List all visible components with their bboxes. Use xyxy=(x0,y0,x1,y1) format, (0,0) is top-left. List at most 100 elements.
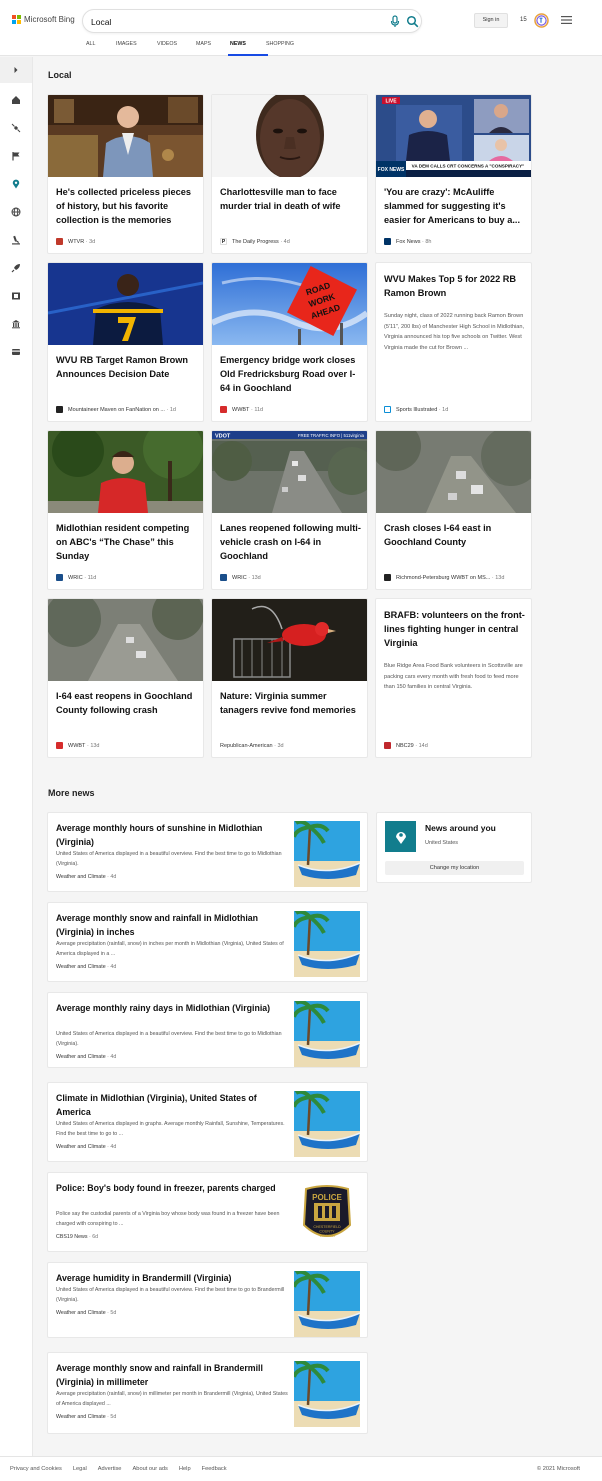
source-name: WRIC xyxy=(232,574,247,581)
more-news-title[interactable]: Average monthly snow and rainfall in Bra… xyxy=(56,1361,281,1389)
credit-card-icon[interactable] xyxy=(9,345,23,359)
more-news-source: Weather and Climate · 4d xyxy=(56,964,116,970)
news-card[interactable]: Crash closes I-64 east in Goochland Coun… xyxy=(375,430,532,590)
more-news-title[interactable]: Average monthly snow and rainfall in Mid… xyxy=(56,911,281,939)
search-icon[interactable] xyxy=(406,15,419,28)
bank-icon[interactable] xyxy=(9,317,23,331)
tv-live-label: LIVE xyxy=(385,99,397,105)
more-news-source: Weather and Climate · 5d xyxy=(56,1310,116,1316)
rewards-icon[interactable] xyxy=(534,13,549,28)
news-image-resident-portrait xyxy=(48,431,203,513)
source-name: NBC29 xyxy=(396,742,414,749)
news-card[interactable]: BRAFB: volunteers on the front-lines fig… xyxy=(375,598,532,758)
footer-link-help[interactable]: Help xyxy=(179,1466,191,1472)
news-card-title[interactable]: Charlottesville man to face murder trial… xyxy=(220,185,362,213)
more-news-item[interactable]: Average monthly snow and rainfall in Mid… xyxy=(47,902,368,982)
news-card-title[interactable]: He's collected priceless pieces of histo… xyxy=(56,185,198,227)
news-card[interactable]: VDOT FREE TRAFFIC INFO | 511virginia Lan… xyxy=(211,430,368,590)
footer-link-feedback[interactable]: Feedback xyxy=(202,1466,227,1472)
bing-logo[interactable]: Microsoft Bing xyxy=(12,15,75,24)
news-around-you-location: United States xyxy=(425,840,459,846)
more-news-title[interactable]: Police: Boy's body found in freezer, par… xyxy=(56,1181,281,1195)
film-icon[interactable] xyxy=(9,289,23,303)
news-card-title[interactable]: Midlothian resident competing on ABC's “… xyxy=(56,521,198,563)
news-card[interactable]: Midlothian resident competing on ABC's “… xyxy=(47,430,204,590)
source-age: · 3d xyxy=(274,743,284,749)
footer-link-privacy[interactable]: Privacy and Cookies xyxy=(10,1466,62,1472)
satellite-icon[interactable] xyxy=(9,121,23,135)
news-card-title[interactable]: Nature: Virginia summer tanagers revive … xyxy=(220,689,362,717)
news-card-title[interactable]: Emergency bridge work closes Old Fredric… xyxy=(220,353,362,395)
news-card[interactable]: He's collected priceless pieces of histo… xyxy=(47,94,204,254)
news-card[interactable]: ROAD WORK AHEAD Emergency bridge work cl… xyxy=(211,262,368,422)
hamburger-icon[interactable] xyxy=(561,16,572,24)
footer-link-legal[interactable]: Legal xyxy=(73,1466,87,1472)
section-heading-local: Local xyxy=(48,70,72,80)
news-card-title[interactable]: WVU RB Target Ramon Brown Announces Deci… xyxy=(56,353,198,381)
news-card-source: Sports Illustrated · 1d xyxy=(384,406,448,413)
news-card-snippet: Blue Ridge Area Food Bank volunteers in … xyxy=(384,663,523,690)
badge-county-text: CHESTERFIELD xyxy=(313,1225,341,1229)
more-news-snippet: United States of America displayed in gr… xyxy=(56,1121,285,1137)
beach-boat-image xyxy=(294,1361,360,1427)
source-age: · 4d xyxy=(107,964,117,970)
news-card-source: P The Daily Progress · 4d xyxy=(220,238,290,245)
source-name: Weather and Climate xyxy=(56,1414,106,1420)
footer-link-advertise[interactable]: Advertise xyxy=(98,1466,122,1472)
news-card-source: WRIC · 13d xyxy=(220,574,261,581)
fox-news-logo-icon xyxy=(384,238,391,245)
tab-images[interactable]: IMAGES xyxy=(116,41,157,56)
search-input[interactable] xyxy=(91,14,381,29)
tab-news[interactable]: NEWS xyxy=(228,41,268,56)
news-card-source: Richmond-Petersburg WWBT on MS... · 13d xyxy=(384,574,504,581)
news-card-source: WWBT · 11d xyxy=(220,406,263,413)
news-card[interactable]: Nature: Virginia summer tanagers revive … xyxy=(211,598,368,758)
more-news-item[interactable]: Average monthly rainy days in Midlothian… xyxy=(47,992,368,1068)
more-news-title[interactable]: Climate in Midlothian (Virginia), United… xyxy=(56,1091,281,1119)
tab-videos[interactable]: VIDEOS xyxy=(157,41,196,56)
wwbt-logo-icon xyxy=(220,406,227,413)
news-card[interactable]: I-64 east reopens in Goochland County fo… xyxy=(47,598,204,758)
footer-link-about-ads[interactable]: About our ads xyxy=(132,1466,167,1472)
more-news-source: CBS19 News · 6d xyxy=(56,1234,98,1240)
microphone-icon[interactable] xyxy=(389,15,401,28)
location-pin-icon[interactable] xyxy=(9,177,23,191)
more-news-title[interactable]: Average monthly rainy days in Midlothian… xyxy=(56,1001,281,1015)
rocket-icon[interactable] xyxy=(9,261,23,275)
brand-name: Microsoft Bing xyxy=(24,15,75,24)
more-news-item[interactable]: Average humidity in Brandermill (Virgini… xyxy=(47,1262,368,1338)
tab-maps[interactable]: MAPS xyxy=(196,41,230,56)
home-icon[interactable] xyxy=(9,93,23,107)
tab-all[interactable]: ALL xyxy=(86,41,116,56)
globe-icon[interactable] xyxy=(9,205,23,219)
news-card-title[interactable]: BRAFB: volunteers on the front-lines fig… xyxy=(384,608,526,650)
news-card-title[interactable]: WVU Makes Top 5 for 2022 RB Ramon Brown xyxy=(384,272,526,300)
news-card-source: WRIC · 11d xyxy=(56,574,96,581)
more-news-item[interactable]: Climate in Midlothian (Virginia), United… xyxy=(47,1082,368,1162)
flag-icon[interactable] xyxy=(9,149,23,163)
news-card[interactable]: WVU RB Target Ramon Brown Announces Deci… xyxy=(47,262,204,422)
news-card-title[interactable]: Lanes reopened following multi-vehicle c… xyxy=(220,521,362,563)
news-card-source: Mountaineer Maven on FanNation on ... · … xyxy=(56,406,176,413)
more-news-snippet: Average precipitation (rainfall, snow) i… xyxy=(56,1391,288,1407)
more-news-item[interactable]: Average monthly snow and rainfall in Bra… xyxy=(47,1352,368,1434)
news-card[interactable]: Charlottesville man to face murder trial… xyxy=(211,94,368,254)
more-news-item[interactable]: Average monthly hours of sunshine in Mid… xyxy=(47,812,368,892)
expand-chevron-icon[interactable] xyxy=(9,63,23,77)
news-card-title[interactable]: Crash closes I-64 east in Goochland Coun… xyxy=(384,521,526,549)
more-news-title[interactable]: Average monthly hours of sunshine in Mid… xyxy=(56,821,281,849)
tab-shopping[interactable]: SHOPPING xyxy=(266,41,306,56)
more-news-snippet: United States of America displayed in a … xyxy=(56,1031,282,1047)
more-news-title[interactable]: Average humidity in Brandermill (Virgini… xyxy=(56,1271,281,1285)
news-card-title[interactable]: I-64 east reopens in Goochland County fo… xyxy=(56,689,198,717)
news-card[interactable]: LIVE FOX NEWS VA DEM CALLS CRT CONCERNS … xyxy=(375,94,532,254)
news-card[interactable]: WVU Makes Top 5 for 2022 RB Ramon Brown … xyxy=(375,262,532,422)
more-news-item[interactable]: Police: Boy's body found in freezer, par… xyxy=(47,1172,368,1252)
rewards-count[interactable]: 15 xyxy=(520,17,527,23)
news-card-title[interactable]: 'You are crazy': McAuliffe slammed for s… xyxy=(384,185,526,227)
sign-in-button[interactable]: Sign in xyxy=(474,13,508,28)
source-name: Richmond-Petersburg WWBT on MS... xyxy=(396,574,491,581)
change-location-button[interactable]: Change my location xyxy=(385,861,524,875)
source-age: · 13d xyxy=(248,574,261,581)
microscope-icon[interactable] xyxy=(9,233,23,247)
